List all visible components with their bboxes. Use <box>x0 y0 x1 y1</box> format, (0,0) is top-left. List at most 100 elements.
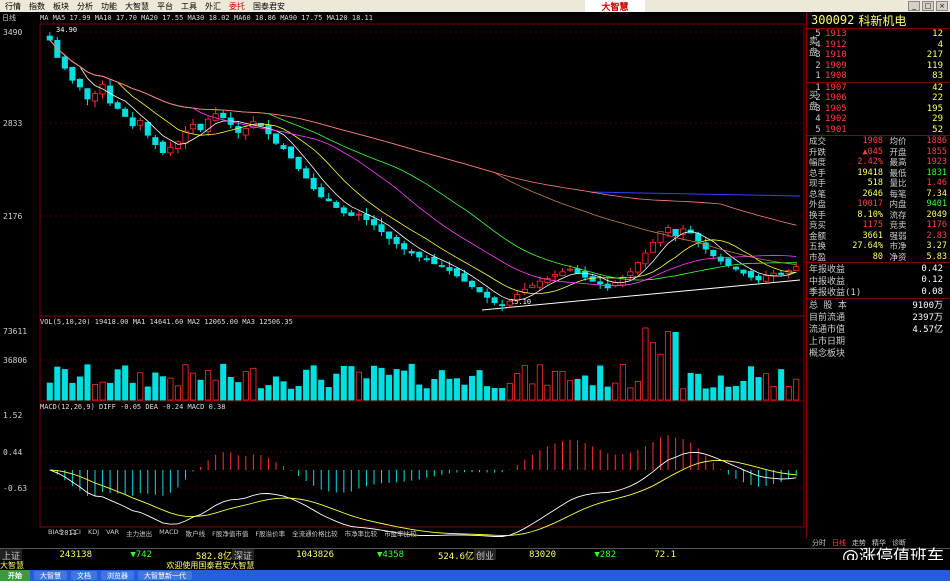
quote-value: 1.46 <box>926 178 947 189</box>
indicator-tab[interactable]: VAR <box>106 528 119 538</box>
volume-bar <box>589 385 596 401</box>
indicator-tab[interactable]: 全流通价格比较 <box>292 528 338 538</box>
quote-value: 1923 <box>926 157 947 168</box>
volume-bar <box>220 363 227 401</box>
indicator-tab[interactable]: MACD <box>159 528 178 538</box>
indicator-tab[interactable]: 市净率比较 <box>345 528 378 538</box>
menu-item[interactable]: 功能 <box>100 1 118 12</box>
financial-row: 季报收益(1) 0.08 <box>807 286 950 299</box>
menu-item[interactable]: 大智慧 <box>124 1 150 12</box>
volume-bar <box>114 369 121 401</box>
order-row: 3 1910 217 <box>811 50 950 61</box>
menu-item[interactable]: 平台 <box>156 1 174 12</box>
volume-bar <box>84 364 91 401</box>
volume-bar <box>499 388 506 401</box>
quote-value: ▲045 <box>862 146 883 157</box>
info-row[interactable]: 目前流通 2397万 <box>807 311 950 323</box>
menu-item[interactable]: 工具 <box>180 1 198 12</box>
volume-bar <box>732 385 739 401</box>
volume-bar <box>182 364 189 401</box>
candle <box>84 88 91 100</box>
volume-bar <box>318 379 325 401</box>
info-row[interactable]: 总 股 本 9100万 <box>807 299 950 311</box>
side-tab[interactable]: 分时 <box>812 538 826 548</box>
volume-bar <box>197 379 204 401</box>
volume-bar <box>159 376 166 401</box>
order-volume: 29 <box>932 114 943 125</box>
volume-bar <box>61 369 68 401</box>
menu-bar: 行情 指数 板块 分析 功能 大智慧 平台 工具 外汇 委托 国泰君安 <box>0 0 950 12</box>
maximize-icon[interactable]: □ <box>922 1 934 11</box>
taskbar-item[interactable]: 大智慧新一代 <box>138 571 192 580</box>
indicator-tab[interactable]: 市盈率比较 <box>384 528 417 538</box>
volume-bar <box>778 369 785 401</box>
candle <box>416 251 423 258</box>
volume-bar <box>431 378 438 401</box>
candle <box>408 251 415 254</box>
volume-bar <box>355 371 362 401</box>
volume-bar <box>514 372 521 401</box>
menu-item[interactable]: 国泰君安 <box>252 1 286 12</box>
candle <box>446 267 453 271</box>
indicator-tab[interactable]: F股净值市值 <box>212 528 248 538</box>
volume-bar <box>506 382 513 401</box>
menu-item[interactable]: 指数 <box>28 1 46 12</box>
taskbar-item[interactable]: 大智慧 <box>34 571 67 580</box>
menu-item[interactable]: 分析 <box>76 1 94 12</box>
sell-label: 卖盘 <box>809 37 819 58</box>
info-row[interactable]: 概念板块 <box>807 347 950 359</box>
volume-bar <box>680 388 687 401</box>
quote-panel: 300092 科新机电 卖盘 5 1913 12 4 1912 4 3 1910 217 2 190… <box>806 12 950 538</box>
order-row: 4 1912 4 <box>811 40 950 51</box>
candle <box>189 124 197 130</box>
order-price: 1910 <box>825 50 847 61</box>
indicator-tab[interactable]: BIAS <box>48 528 63 538</box>
ind-index-amount: 72.1 <box>654 550 677 560</box>
candle <box>559 271 566 277</box>
menu-item[interactable]: 外汇 <box>204 1 222 12</box>
volume-bar <box>702 388 709 401</box>
volume-bar <box>295 386 302 401</box>
indicator-tab[interactable]: F股溢价率 <box>255 528 285 538</box>
info-row[interactable]: 上市日期 <box>807 335 950 347</box>
info-value: 4.57亿 <box>912 325 943 335</box>
volume-bar <box>484 386 491 401</box>
volume-bar <box>250 367 257 401</box>
taskbar: 开始 大智慧 文档 浏览器 大智慧新一代 <box>0 570 950 581</box>
volume-bar <box>423 388 430 401</box>
volume-bar <box>69 382 76 401</box>
quote-value: 8.10% <box>857 209 883 220</box>
taskbar-item[interactable]: 文档 <box>71 571 97 580</box>
candle <box>589 276 596 282</box>
order-volume: 52 <box>932 124 943 135</box>
volume-bar <box>235 382 242 401</box>
kline-chart[interactable]: 日线 MA MA5 17.99 MA10 17.70 MA20 17.55 MA… <box>0 12 806 538</box>
minimize-icon[interactable]: _ <box>908 1 920 11</box>
menu-item[interactable]: 委托 <box>228 1 246 12</box>
indicator-tab[interactable]: KDJ <box>88 528 99 538</box>
volume-bar <box>747 366 755 401</box>
volume-bar <box>408 363 415 401</box>
stock-name: 科新机电 <box>858 13 907 28</box>
taskbar-item[interactable]: 浏览器 <box>101 571 134 580</box>
candle <box>431 256 438 265</box>
indicator-tab[interactable]: 散户线 <box>186 528 206 538</box>
volume-bar <box>657 353 664 401</box>
quote-value: 2646 <box>862 188 883 199</box>
order-row: 4 1902 29 <box>811 114 950 125</box>
menu-item[interactable]: 板块 <box>52 1 70 12</box>
indicator-tab[interactable]: 主力进出 <box>126 528 152 538</box>
menu-item[interactable]: 行情 <box>4 1 22 12</box>
indicator-tab[interactable]: CCI <box>70 528 81 538</box>
quote-value: 19418 <box>857 167 883 178</box>
info-row[interactable]: 流通市值 4.57亿 <box>807 323 950 335</box>
volume-bar <box>468 375 476 401</box>
start-button[interactable]: 开始 <box>0 570 30 581</box>
bid-book: 买盘 1 1907 42 2 1906 22 3 1905 195 4 1902 29 5 1901 52 <box>807 83 950 136</box>
candle <box>566 268 574 271</box>
volume-bar <box>363 378 370 401</box>
volume-bar <box>521 364 528 401</box>
volume-bar <box>348 366 355 401</box>
candle <box>499 304 506 307</box>
close-icon[interactable]: × <box>936 1 948 11</box>
